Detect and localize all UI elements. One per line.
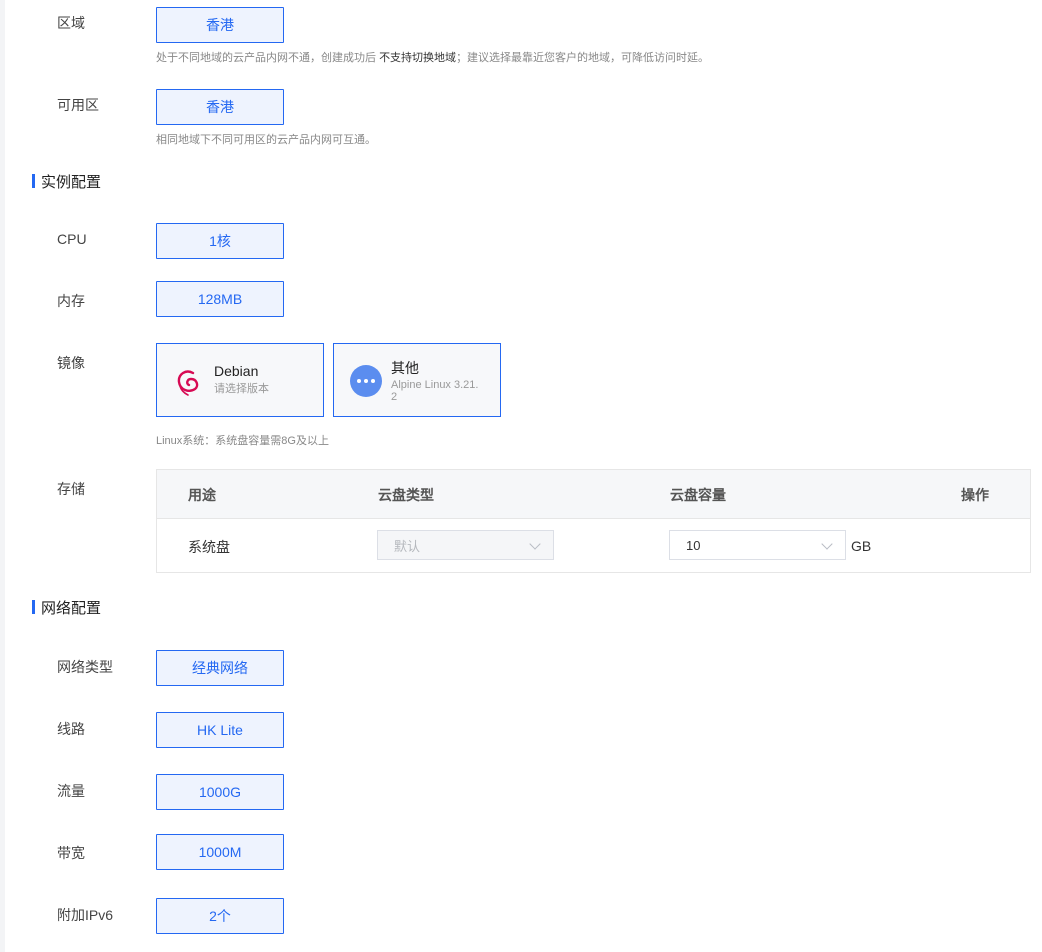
left-edge-divider (0, 0, 5, 952)
region-hint-text: 处于不同地域的云产品内网不通，创建成功后 (156, 52, 380, 64)
image-label: 镜像 (57, 355, 85, 371)
section-accent-bar (32, 174, 35, 188)
storage-table: 用途 云盘类型 云盘容量 操作 系统盘 默认 10 GB (156, 469, 1031, 573)
more-dots-icon (350, 365, 382, 397)
capacity-select[interactable]: 10 (669, 530, 846, 560)
image-name-other: 其他 (391, 360, 419, 376)
region-hint: 处于不同地域的云产品内网不通，创建成功后 不支持切换地域；建议选择最靠近您客户的… (156, 50, 709, 66)
zone-option-hongkong[interactable]: 香港 (156, 89, 284, 125)
column-header-capacity: 云盘容量 (670, 487, 726, 503)
section-accent-bar (32, 600, 35, 614)
image-card-other[interactable]: 其他 Alpine Linux 3.21. 2 (333, 343, 501, 417)
network-type-option[interactable]: 经典网络 (156, 650, 284, 686)
network-type-label: 网络类型 (57, 659, 113, 675)
ipv6-label: 附加IPv6 (57, 907, 114, 923)
image-version-other-line2: 2 (391, 391, 398, 403)
line-label: 线路 (57, 721, 85, 737)
disk-type-select[interactable]: 默认 (377, 530, 554, 560)
traffic-option[interactable]: 1000G (156, 774, 284, 810)
image-name-debian: Debian (214, 363, 259, 379)
region-label: 区域 (57, 15, 85, 31)
section-title: 实例配置 (41, 173, 102, 191)
traffic-label: 流量 (57, 783, 85, 799)
bandwidth-label: 带宽 (57, 845, 85, 861)
cpu-option[interactable]: 1核 (156, 223, 284, 259)
column-header-usage: 用途 (188, 487, 216, 503)
chevron-down-icon (529, 538, 541, 550)
capacity-value: 10 (686, 537, 701, 553)
ipv6-option[interactable]: 2个 (156, 898, 284, 934)
image-version-other-line1: Alpine Linux 3.21. (391, 379, 479, 391)
region-hint-emphasis: 不支持切换地域 (379, 52, 457, 64)
chevron-down-icon (821, 538, 833, 550)
column-header-actions: 操作 (961, 487, 989, 503)
zone-hint: 相同地域下不同可用区的云产品内网可互通。 (156, 134, 376, 146)
column-header-disk-type: 云盘类型 (378, 487, 434, 503)
bandwidth-option[interactable]: 1000M (156, 834, 284, 870)
row-usage: 系统盘 (188, 539, 230, 555)
image-hint: Linux系统：系统盘容量需8G及以上 (156, 435, 329, 447)
region-option-hongkong[interactable]: 香港 (156, 7, 284, 43)
region-hint-text-end: ；建议选择最靠近您客户的地域，可降低访问时延。 (456, 52, 710, 64)
memory-label: 内存 (57, 293, 85, 309)
line-option[interactable]: HK Lite (156, 712, 284, 748)
storage-table-header: 用途 云盘类型 云盘容量 操作 (157, 470, 1030, 519)
memory-option[interactable]: 128MB (156, 281, 284, 317)
cpu-label: CPU (57, 231, 87, 247)
zone-label: 可用区 (57, 97, 99, 113)
image-card-debian[interactable]: Debian 请选择版本 (156, 343, 324, 417)
capacity-unit: GB (851, 538, 872, 554)
storage-label: 存储 (57, 481, 85, 497)
image-version-debian: 请选择版本 (214, 383, 269, 395)
network-config-section: 网络配置 (32, 598, 102, 617)
debian-logo-icon (173, 364, 205, 398)
instance-config-section: 实例配置 (32, 172, 102, 191)
section-title: 网络配置 (41, 599, 102, 617)
disk-type-value: 默认 (394, 538, 421, 554)
